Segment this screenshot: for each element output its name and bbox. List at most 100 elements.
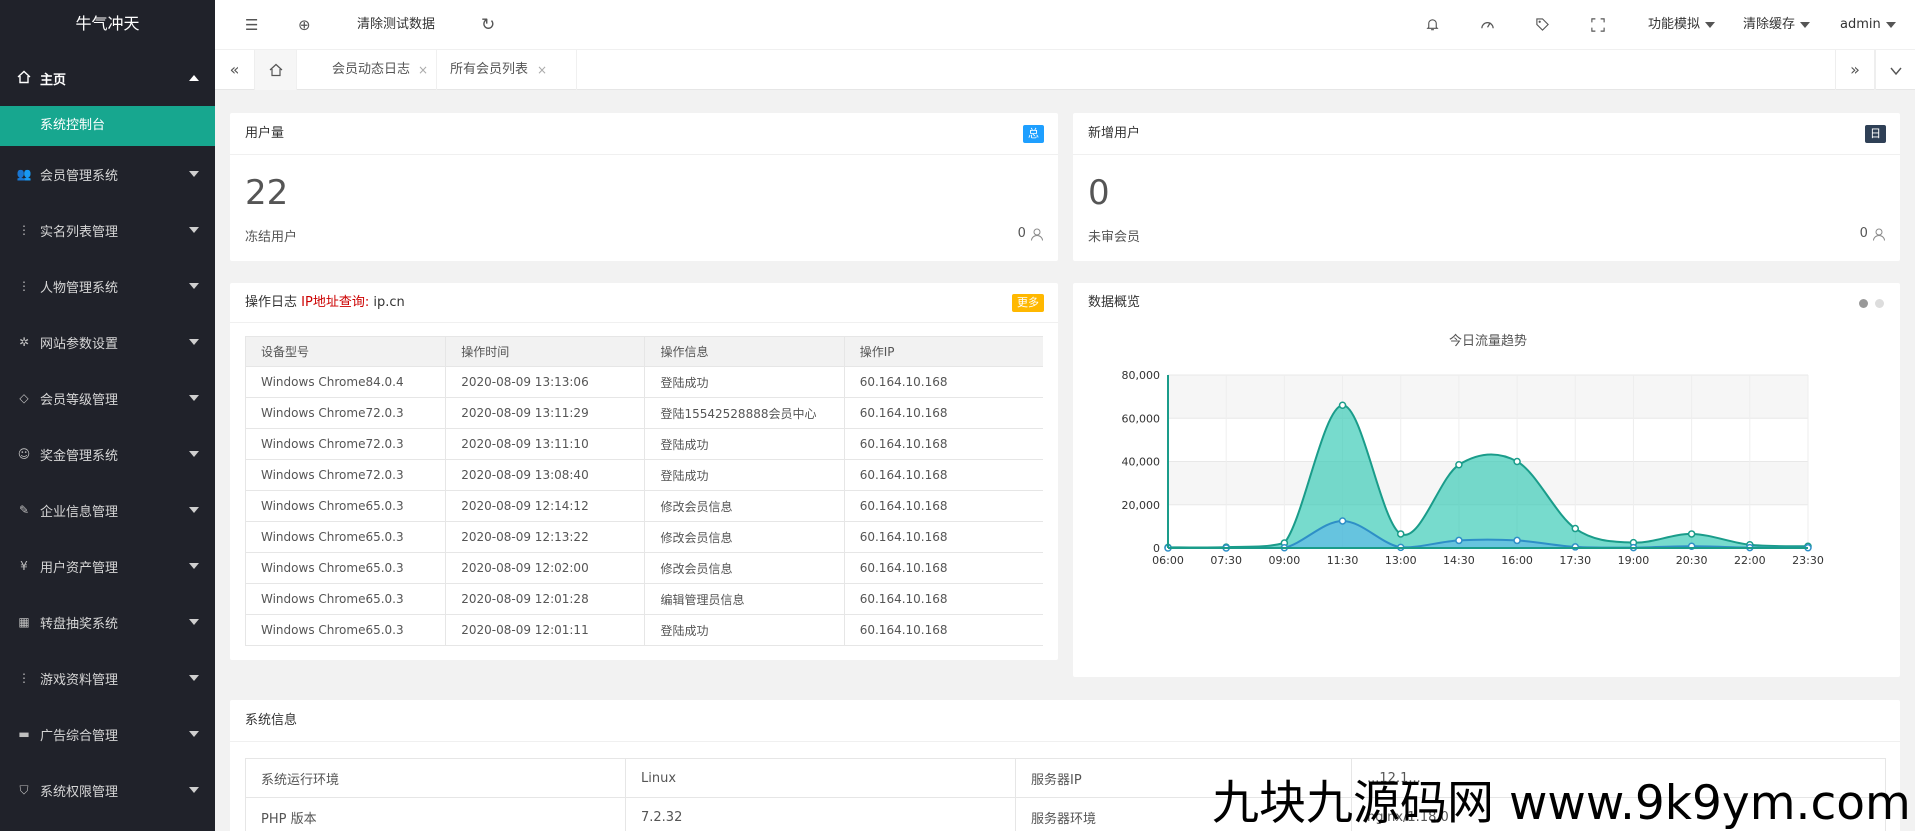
chevron-down-icon: [189, 339, 199, 345]
tabs-scroll-right-icon[interactable]: »: [1835, 50, 1875, 90]
sidebar-item-label: 用户资产管理: [40, 560, 119, 576]
sidebar-item-home[interactable]: 主页: [0, 50, 215, 106]
table-cell: Windows Chrome65.0.3: [245, 521, 447, 553]
bell-icon[interactable]: [1425, 0, 1440, 50]
column-header: 操作IP: [843, 336, 1043, 367]
user-icon: [1873, 228, 1885, 241]
x-tick-label: 13:00: [1385, 554, 1417, 567]
sidebar-item[interactable]: ⛉ 系统权限管理: [0, 762, 215, 818]
table-cell: 2020-08-09 12:01:11: [445, 614, 646, 646]
sidebar-item-label: 主页: [40, 72, 67, 88]
table-cell: 60.164.10.168: [843, 521, 1043, 553]
data-point: [1396, 530, 1405, 538]
tab-member-list[interactable]: 所有会员列表 ×: [437, 50, 577, 90]
tab-member-log[interactable]: 会员动态日志 ×: [297, 50, 437, 90]
sidebar-item-label: 游戏资料管理: [40, 672, 119, 688]
chart-title: 今日流量趋势: [1449, 333, 1527, 349]
menu-toggle-icon[interactable]: ☰: [245, 0, 258, 50]
home-icon: [269, 63, 282, 76]
sidebar: 牛气冲天 主页 系统控制台 👥 会员管理系统 ⋮ 实名列表管理 ⋮ 人物管理系统 ✲ 网站参数…: [0, 0, 215, 831]
sidebar-item[interactable]: 👥 会员管理系统: [0, 146, 215, 202]
monitor-icon: ▬: [18, 727, 30, 741]
dashboard-icon[interactable]: [1480, 0, 1495, 50]
table-cell: 60.164.10.168: [843, 490, 1043, 522]
daily-badge: 日: [1865, 125, 1886, 143]
x-tick-label: 06:00: [1152, 554, 1184, 567]
y-tick-label: 80,000: [1122, 369, 1161, 382]
table-cell: 登陆15542528888会员中心: [644, 397, 845, 429]
ip-lookup-link[interactable]: IP地址查询:: [301, 295, 369, 310]
dots-icon: ⋮: [18, 223, 30, 237]
user-count-card: 用户量 总 22 冻结用户 0: [230, 113, 1058, 261]
table-cell: 60.164.10.168: [843, 614, 1043, 646]
chevron-down-icon: [1885, 21, 1896, 28]
close-icon[interactable]: ×: [418, 50, 428, 90]
sidebar-item[interactable]: ▬ 广告综合管理: [0, 706, 215, 762]
table-cell: 2020-08-09 13:08:40: [445, 459, 646, 491]
tag-icon[interactable]: [1535, 0, 1550, 50]
sidebar-subitem-console[interactable]: 系统控制台: [0, 106, 215, 146]
carousel-dot-active[interactable]: [1859, 299, 1868, 308]
sidebar-item[interactable]: ¥ 用户资产管理: [0, 538, 215, 594]
sidebar-item[interactable]: ◇ 会员等级管理: [0, 370, 215, 426]
table-row: Windows Chrome72.0.3 2020-08-09 13:08:40 登…: [245, 459, 1043, 491]
table-cell: 60.164.10.168: [843, 428, 1043, 460]
refresh-icon[interactable]: ↻: [481, 0, 495, 50]
data-point: [1513, 536, 1521, 545]
tab-bar: « 会员动态日志 × 所有会员列表 × »: [215, 50, 1915, 90]
table-cell: 2020-08-09 13:13:06: [445, 366, 646, 398]
tabs-menu-chevron-down-icon[interactable]: [1875, 50, 1915, 90]
fullscreen-icon[interactable]: [1591, 0, 1605, 50]
sidebar-item-label: 转盘抽奖系统: [40, 616, 119, 632]
sidebar-item[interactable]: ✎ 企业信息管理: [0, 482, 215, 538]
table-cell: 修改会员信息: [644, 490, 845, 522]
more-button[interactable]: 更多: [1012, 294, 1044, 312]
tab-home[interactable]: [255, 50, 297, 90]
function-sim-dropdown[interactable]: 功能模拟: [1648, 0, 1716, 50]
sidebar-item[interactable]: ☺ 奖金管理系统: [0, 426, 215, 482]
sidebar-item[interactable]: ⋮ 人物管理系统: [0, 258, 215, 314]
data-overview-card: 数据概览 今日流量趋势 0 20,000 40,000 60,000 80,000 06:0…: [1073, 283, 1900, 677]
sidebar-item[interactable]: ⋮ 实名列表管理: [0, 202, 215, 258]
table-cell: Windows Chrome84.0.4: [245, 366, 447, 398]
close-icon[interactable]: ×: [537, 50, 547, 90]
table-cell: Windows Chrome65.0.3: [245, 614, 447, 646]
apps-icon: ▦: [18, 615, 30, 629]
clear-test-data-button[interactable]: 清除测试数据: [357, 0, 435, 50]
table-cell: 登陆成功: [644, 459, 845, 491]
table-cell: 修改会员信息: [644, 552, 845, 584]
sidebar-item-label: 会员等级管理: [40, 392, 119, 408]
table-cell: 60.164.10.168: [843, 366, 1043, 398]
table-cell: Windows Chrome65.0.3: [245, 490, 447, 522]
table-cell: 2020-08-09 12:01:28: [445, 583, 646, 615]
globe-icon[interactable]: ⊕: [298, 0, 311, 50]
y-tick-label: 60,000: [1122, 412, 1161, 425]
operation-log-card: 操作日志 IP地址查询: ip.cn 更多 设备型号 操作时间 操作信息 操作I…: [230, 283, 1058, 660]
card-title: 用户量: [245, 126, 285, 141]
data-point: [1513, 457, 1521, 466]
new-users-value: 0: [1088, 173, 1110, 213]
sidebar-item-label: 实名列表管理: [40, 224, 119, 240]
dots-icon: ⋮: [18, 279, 30, 293]
sidebar-item-label: 奖金管理系统: [40, 448, 119, 464]
table-cell: 登陆成功: [644, 614, 845, 646]
chevron-down-icon: [189, 227, 199, 233]
table-row: Windows Chrome72.0.3 2020-08-09 13:11:10 登…: [245, 428, 1043, 460]
sidebar-item[interactable]: ✲ 网站参数设置: [0, 314, 215, 370]
tabs-scroll-left-icon[interactable]: «: [215, 50, 255, 90]
sidebar-item[interactable]: ▦ 转盘抽奖系统: [0, 594, 215, 650]
carousel-dot[interactable]: [1875, 299, 1884, 308]
ip-site-link[interactable]: ip.cn: [373, 295, 404, 310]
chevron-down-icon: [189, 563, 199, 569]
table-cell: Windows Chrome72.0.3: [245, 428, 447, 460]
pending-members-count: 0: [1860, 226, 1886, 241]
sidebar-item-label: 企业信息管理: [40, 504, 119, 520]
sidebar-item[interactable]: ⋮ 游戏资料管理: [0, 650, 215, 706]
clear-cache-dropdown[interactable]: 清除缓存: [1743, 0, 1811, 50]
table-cell: 编辑管理员信息: [644, 583, 845, 615]
user-menu-dropdown[interactable]: admin: [1840, 0, 1896, 50]
x-tick-label: 11:30: [1327, 554, 1359, 567]
yen-icon: ¥: [20, 559, 28, 573]
table-cell: 60.164.10.168: [843, 552, 1043, 584]
data-point: [1571, 524, 1580, 533]
